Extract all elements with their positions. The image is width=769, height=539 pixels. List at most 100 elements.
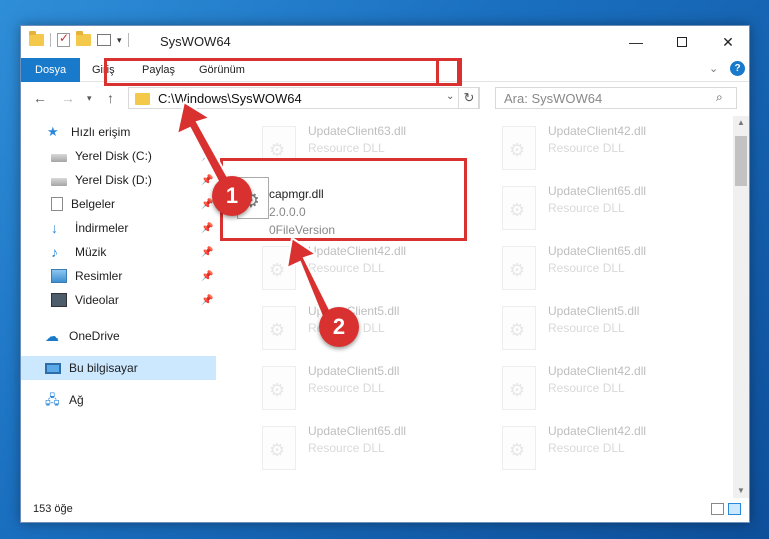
- explorer-window: ▾ SysWOW64 — ✕ Dosya Giriş Paylaş Görünü…: [20, 25, 750, 523]
- file-item[interactable]: UpdateClient65.dll Resource DLL: [498, 240, 728, 296]
- file-description: 0FileVersion: [269, 223, 336, 237]
- pin-icon[interactable]: 📌: [201, 295, 213, 306]
- dll-file-icon: [262, 426, 296, 470]
- scrollbar-thumb[interactable]: [735, 136, 747, 186]
- sidebar-item-label: Videolar: [75, 293, 119, 307]
- dll-file-icon: [502, 126, 536, 170]
- sidebar-item-this-pc[interactable]: Bu bilgisayar: [21, 356, 216, 380]
- view-icon[interactable]: [97, 34, 111, 46]
- file-item[interactable]: UpdateClient5.dll Resource DLL: [498, 300, 728, 356]
- dll-file-icon: [262, 366, 296, 410]
- toolbar-divider: [127, 33, 129, 47]
- chevron-down-icon[interactable]: ▾: [117, 35, 122, 46]
- folder-icon: [29, 31, 44, 46]
- sidebar-item-label: Müzik: [75, 245, 107, 259]
- status-bar: 153 öğe: [21, 498, 749, 522]
- recent-chevron-icon[interactable]: ▾: [87, 93, 92, 104]
- file-type: Resource DLL: [308, 381, 385, 395]
- file-name: UpdateClient5.dll: [548, 304, 640, 318]
- file-item[interactable]: UpdateClient65.dll Resource DLL: [498, 180, 728, 236]
- new-folder-icon[interactable]: [76, 31, 91, 46]
- pin-icon[interactable]: 📌: [201, 223, 213, 234]
- dll-file-icon: [502, 186, 536, 230]
- tiles-view-icon[interactable]: [728, 503, 741, 515]
- file-item[interactable]: UpdateClient42.dll Resource DLL: [498, 360, 728, 416]
- address-path: C:\Windows\SysWOW64: [158, 91, 302, 106]
- file-item[interactable]: UpdateClient5.dll Resource DLL: [258, 300, 488, 356]
- star-icon: ★: [47, 124, 59, 139]
- file-name: UpdateClient65.dll: [548, 244, 647, 258]
- sidebar-item-pictures[interactable]: Resimler 📌: [21, 264, 216, 288]
- help-icon[interactable]: ?: [730, 61, 745, 76]
- file-item[interactable]: UpdateClient42.dll Resource DLL: [498, 120, 728, 176]
- expand-ribbon-icon[interactable]: ⌄: [709, 62, 718, 75]
- maximize-button[interactable]: [659, 26, 705, 58]
- search-icon: ⌕: [716, 90, 723, 104]
- documents-icon: [51, 197, 63, 211]
- file-name: UpdateClient65.dll: [548, 184, 647, 198]
- file-item[interactable]: UpdateClient5.dll Resource DLL: [258, 360, 488, 416]
- file-type: Resource DLL: [548, 201, 625, 215]
- sidebar-item-documents[interactable]: Belgeler 📌: [21, 192, 216, 216]
- file-name: UpdateClient42.dll: [548, 124, 647, 138]
- network-icon: 🖧: [45, 392, 60, 407]
- up-arrow-icon[interactable]: ↑: [107, 90, 114, 106]
- disk-icon: [51, 177, 67, 186]
- file-type: Resource DLL: [548, 141, 625, 155]
- refresh-button[interactable]: ↻: [458, 87, 480, 109]
- file-name: UpdateClient42.dll: [548, 424, 647, 438]
- sidebar-item-label: Belgeler: [71, 197, 116, 211]
- sidebar-item-downloads[interactable]: ↓ İndirmeler 📌: [21, 216, 216, 240]
- file-type: Resource DLL: [308, 441, 385, 455]
- onedrive-icon: ☁: [45, 328, 59, 344]
- sidebar-item-label: İndirmeler: [75, 221, 129, 235]
- sidebar-item-videos[interactable]: Videolar 📌: [21, 288, 216, 312]
- sidebar-item-label: Bu bilgisayar: [69, 361, 138, 375]
- disk-icon: [51, 153, 67, 162]
- sidebar-item-quick-access[interactable]: ★ Hızlı erişim: [21, 120, 216, 144]
- file-type: Resource DLL: [548, 321, 625, 335]
- file-name: UpdateClient63.dll: [308, 124, 407, 138]
- sidebar-item-label: Yerel Disk (D:): [75, 173, 152, 187]
- sidebar-item-network[interactable]: 🖧 Ağ: [21, 388, 216, 412]
- sidebar-item-disk-d[interactable]: Yerel Disk (D:) 📌: [21, 168, 216, 192]
- sidebar-item-music[interactable]: ♪ Müzik 📌: [21, 240, 216, 264]
- file-name: UpdateClient65.dll: [308, 424, 407, 438]
- minimize-button[interactable]: —: [613, 26, 659, 58]
- pin-icon[interactable]: 📌: [201, 271, 213, 282]
- details-view-icon[interactable]: [711, 503, 724, 515]
- scroll-up-icon[interactable]: ▲: [737, 118, 745, 127]
- computer-icon: [45, 362, 61, 374]
- scroll-down-icon[interactable]: ▼: [737, 486, 745, 495]
- sidebar-item-label: Hızlı erişim: [71, 125, 131, 139]
- chevron-down-icon[interactable]: ⌄: [446, 91, 454, 102]
- address-bar-highlight: [104, 58, 460, 86]
- dll-file-icon: [262, 246, 296, 290]
- tab-dosya[interactable]: Dosya: [21, 58, 81, 82]
- file-version: 2.0.0.0: [269, 205, 306, 219]
- downloads-icon: ↓: [51, 220, 58, 236]
- back-arrow-icon[interactable]: ←: [33, 90, 47, 106]
- properties-check-icon[interactable]: [57, 31, 70, 47]
- navigation-pane: ★ Hızlı erişim Yerel Disk (C:) 📌 Yerel D…: [21, 116, 216, 498]
- pin-icon[interactable]: 📌: [201, 175, 213, 186]
- pin-icon[interactable]: 📌: [201, 247, 213, 258]
- sidebar-item-disk-c[interactable]: Yerel Disk (C:) 📌: [21, 144, 216, 168]
- file-item[interactable]: UpdateClient65.dll Resource DLL: [258, 420, 488, 476]
- refresh-highlight: [436, 58, 462, 86]
- file-item[interactable]: UpdateClient42.dll Resource DLL: [498, 420, 728, 476]
- dll-file-icon: [502, 366, 536, 410]
- file-name: capmgr.dll: [269, 187, 324, 201]
- sidebar-item-onedrive[interactable]: ☁ OneDrive: [21, 324, 216, 348]
- address-bar[interactable]: C:\Windows\SysWOW64 ⌄: [128, 87, 479, 109]
- close-button[interactable]: ✕: [705, 26, 751, 58]
- search-input[interactable]: Ara: SysWOW64 ⌕: [495, 87, 737, 109]
- sidebar-item-label: Resimler: [75, 269, 123, 283]
- highlighted-file-item[interactable]: capmgr.dll 2.0.0.0 0FileVersion: [220, 158, 467, 241]
- pin-icon[interactable]: 📌: [201, 151, 213, 162]
- file-type: Resource DLL: [548, 261, 625, 275]
- vertical-scrollbar[interactable]: ▲ ▼: [733, 116, 749, 498]
- window-title: SysWOW64: [160, 34, 231, 49]
- forward-arrow-icon[interactable]: →: [61, 90, 75, 106]
- file-item[interactable]: UpdateClient42.dll Resource DLL: [258, 240, 488, 296]
